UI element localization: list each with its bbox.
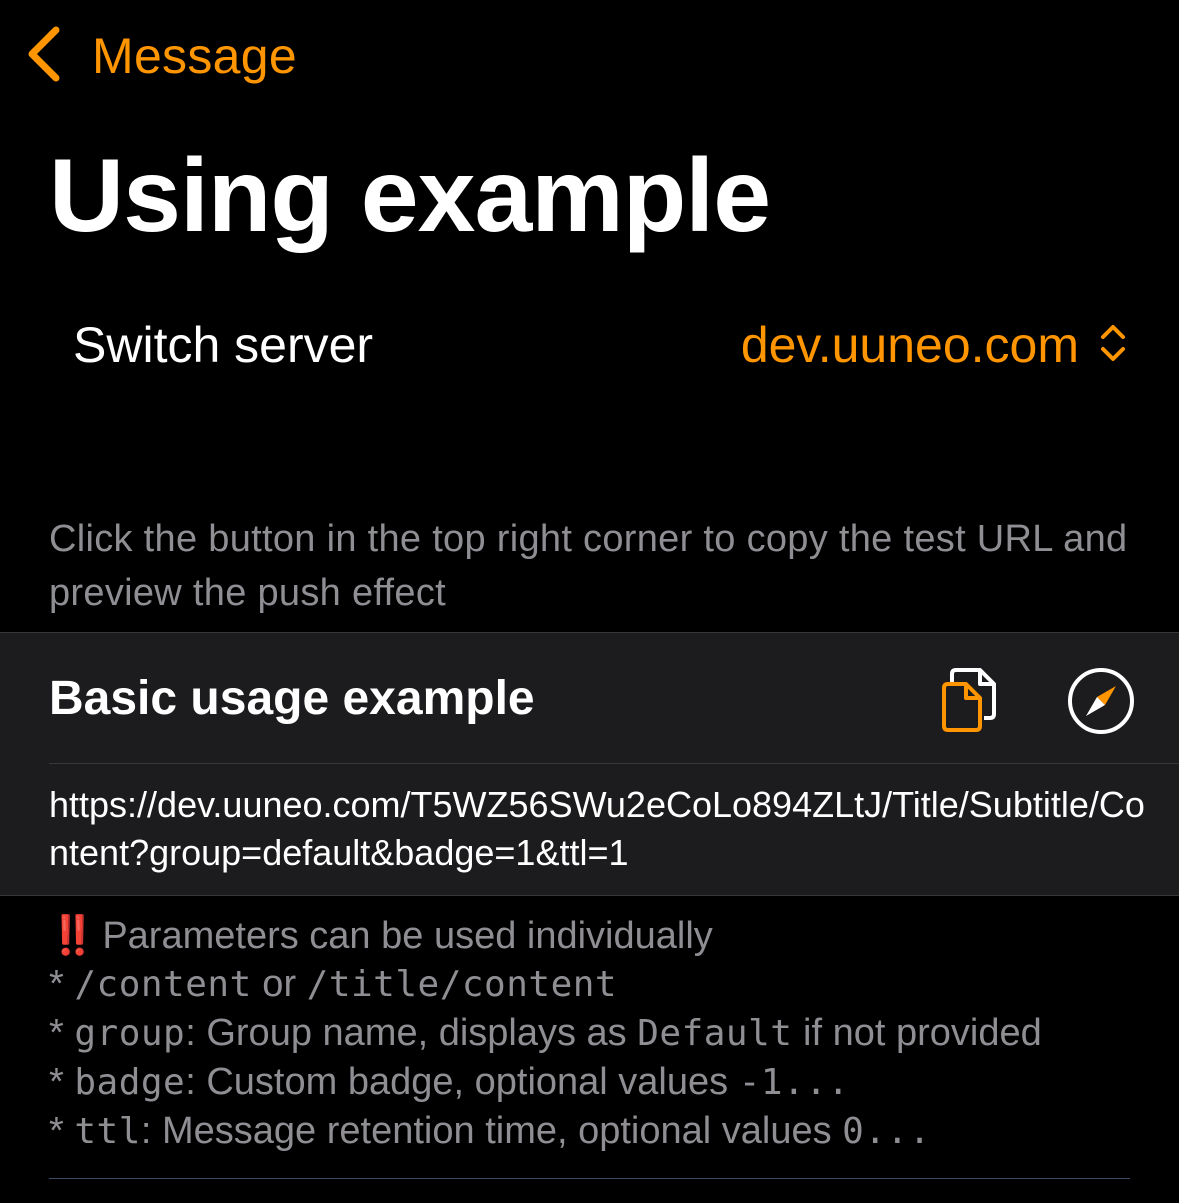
server-picker[interactable]: dev.uuneo.com xyxy=(741,316,1129,374)
server-value: dev.uuneo.com xyxy=(740,317,1079,373)
bullet: * xyxy=(49,1012,75,1054)
code-title-content-path: /title/content xyxy=(306,964,618,1005)
code-group: group xyxy=(74,1013,186,1054)
notes-line-badge: * badge: Custom badge, optional values -… xyxy=(49,1058,1159,1107)
copy-document-icon xyxy=(936,668,1000,740)
notes-heading-line: ‼️ Parameters can be used individually xyxy=(49,912,1159,960)
note-text: or xyxy=(251,963,307,1005)
code-content-path: /content xyxy=(74,964,252,1005)
notes-line-paths: * /content or /title/content xyxy=(49,960,1159,1009)
code-badge: badge xyxy=(74,1062,186,1103)
bullet: * xyxy=(49,1110,75,1152)
code-default: Default xyxy=(637,1013,793,1054)
switch-server-row: Switch server dev.uuneo.com xyxy=(73,312,1129,378)
copy-button[interactable] xyxy=(936,664,1000,736)
chevron-left-icon xyxy=(24,24,64,89)
code-ttl-values: 0... xyxy=(842,1111,931,1152)
note-text: if not provided xyxy=(792,1012,1042,1054)
note-text: : Custom badge, optional values xyxy=(185,1061,739,1103)
section-footer-hint: Click the button in the top right corner… xyxy=(49,518,1128,614)
page-title: Using example xyxy=(49,138,771,254)
double-exclamation-icon: ‼️ xyxy=(49,915,97,957)
back-button[interactable]: Message xyxy=(24,24,297,88)
notes-heading: Parameters can be used individually xyxy=(102,915,713,957)
note-text: : Message retention time, optional value… xyxy=(140,1110,843,1152)
divider xyxy=(0,895,1179,896)
divider xyxy=(49,763,1179,764)
back-button-label: Message xyxy=(92,28,297,84)
divider xyxy=(49,1178,1130,1179)
safari-compass-icon xyxy=(1066,668,1136,740)
code-ttl: ttl xyxy=(74,1111,141,1152)
note-text: : Group name, displays as xyxy=(185,1012,638,1054)
chevron-up-down-icon xyxy=(1079,321,1129,370)
bullet: * xyxy=(49,1061,75,1103)
notes-line-ttl: * ttl: Message retention time, optional … xyxy=(49,1107,1159,1156)
divider xyxy=(0,632,1179,633)
page: Message Using example Switch server dev.… xyxy=(0,0,1179,1203)
parameter-notes: ‼️ Parameters can be used individually * … xyxy=(49,912,1159,1156)
notes-line-group: * group: Group name, displays as Default… xyxy=(49,1009,1159,1058)
code-badge-values: -1... xyxy=(738,1062,850,1103)
example-url[interactable]: https://dev.uuneo.com/T5WZ56SWu2eCoLo894… xyxy=(49,781,1149,877)
card-title: Basic usage example xyxy=(49,672,535,725)
bullet: * xyxy=(49,963,75,1005)
switch-server-label: Switch server xyxy=(73,317,374,373)
preview-button[interactable] xyxy=(1066,666,1136,736)
